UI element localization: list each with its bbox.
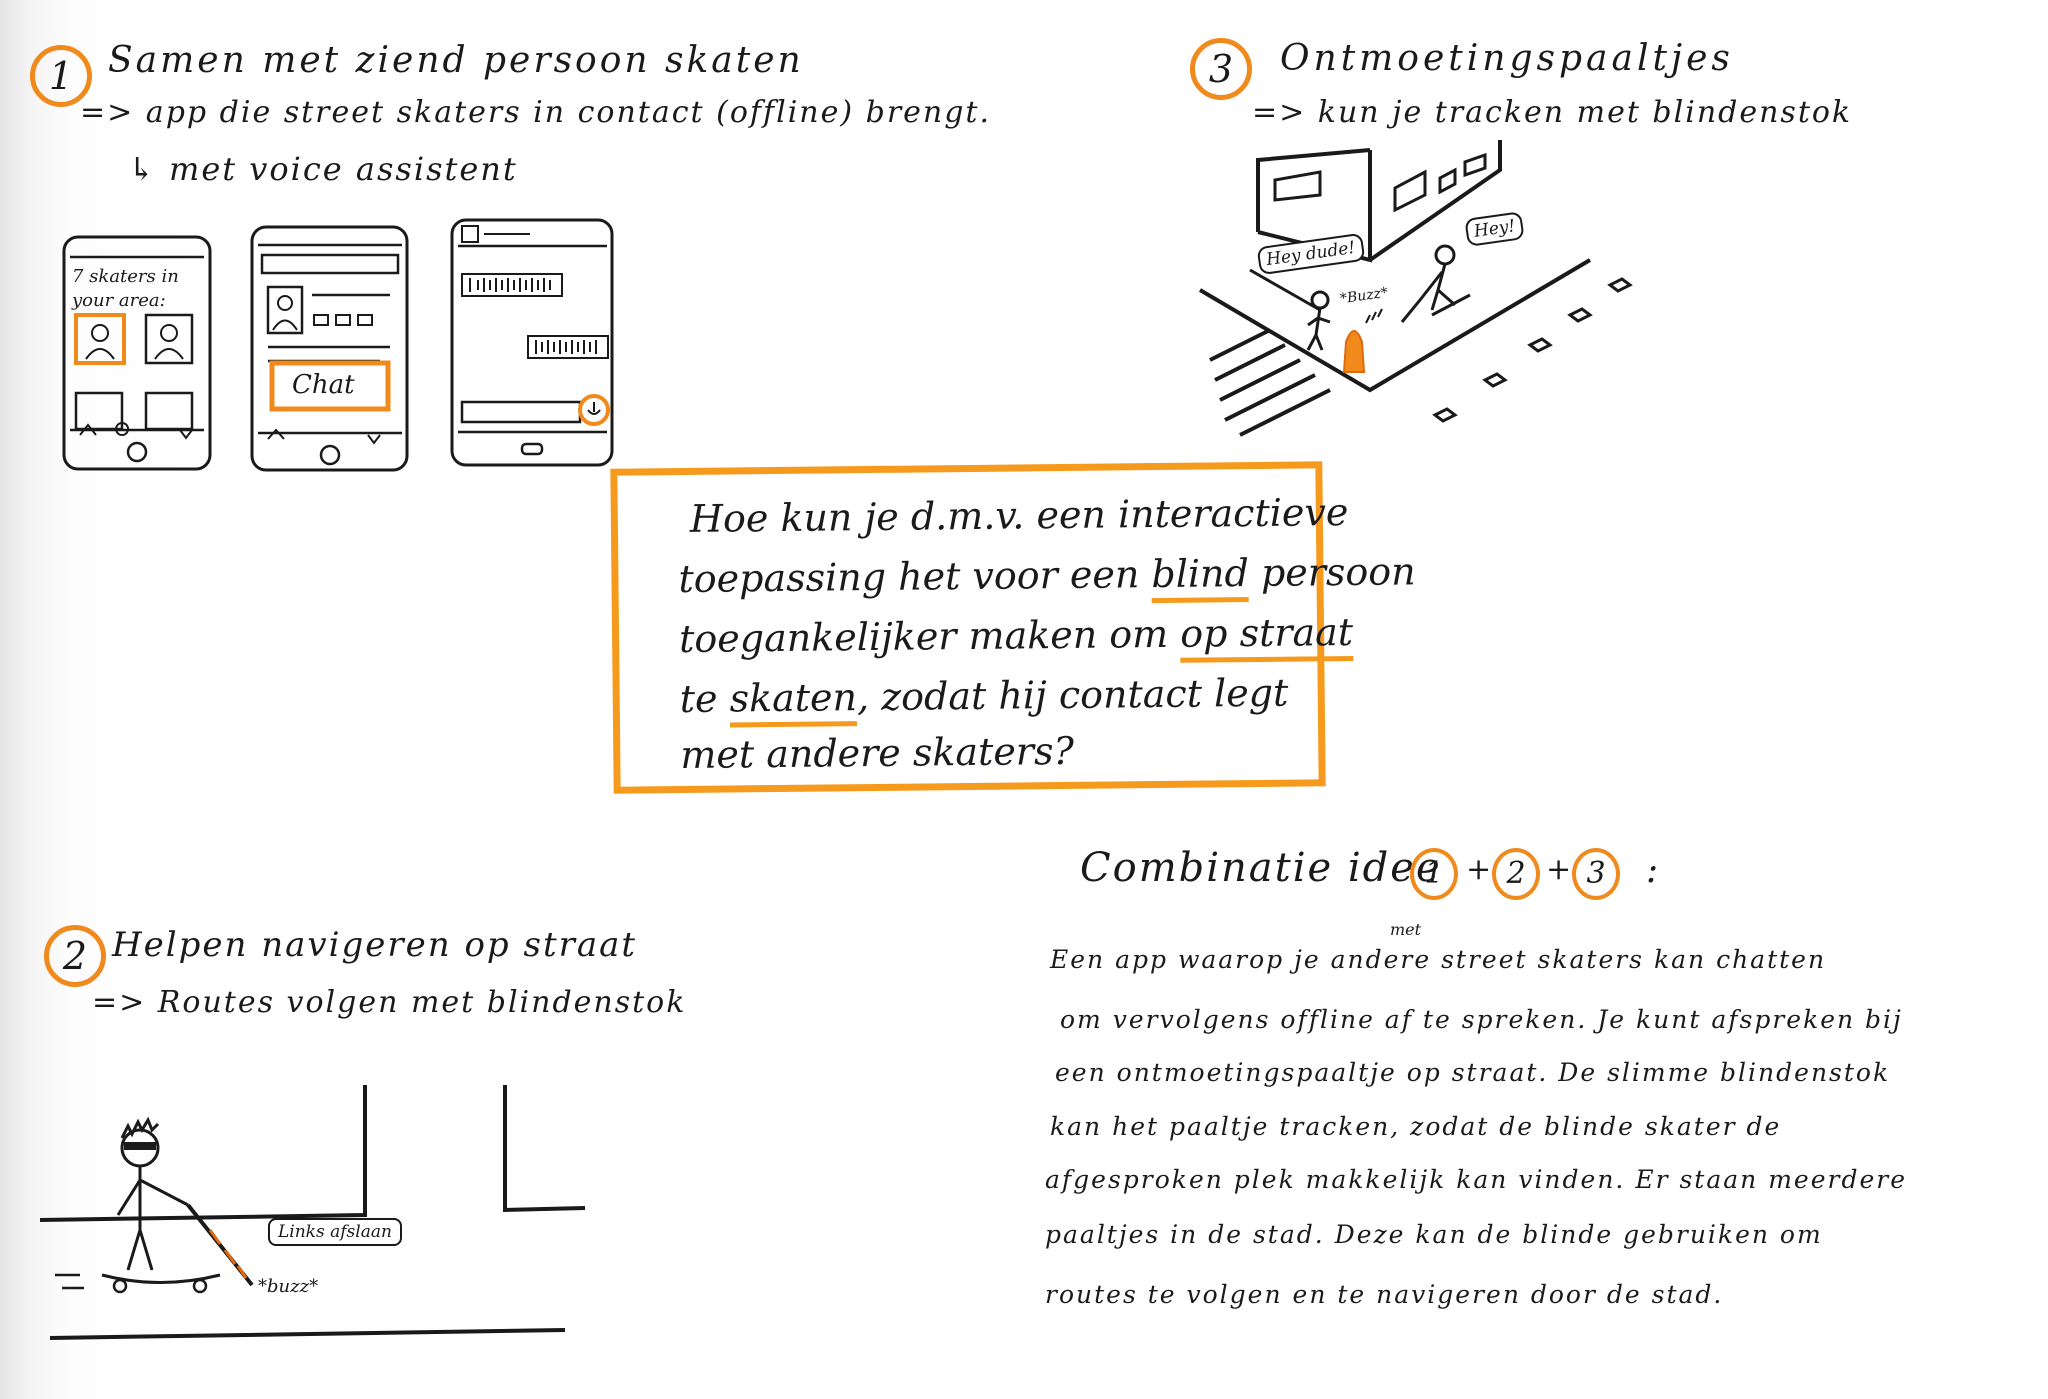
phone-1-text-line-2: your area:: [72, 290, 166, 311]
combination-text-line-7: routes te volgen en te navigeren door de…: [1045, 1280, 1724, 1309]
question-line-4: te skaten, zodat hij contact legt: [679, 670, 1289, 728]
question-line-2-end: persoon: [1248, 549, 1416, 596]
combination-badge-2: 2: [1492, 848, 1540, 900]
question-keyword-blind: blind: [1151, 551, 1250, 604]
combination-plus-1: +: [1466, 852, 1492, 887]
idea-1-title: Samen met ziend persoon skaten: [108, 40, 804, 81]
combination-badge-1: 1: [1410, 848, 1458, 900]
street-corner-meeting-post-sketch: [1198, 140, 1633, 437]
combination-text-line-6: paaltjes in de stad. Deze kan de blinde …: [1045, 1220, 1823, 1249]
question-line-3: toegankelijker maken om op straat: [678, 609, 1354, 663]
combination-insert-word: met: [1390, 920, 1422, 939]
question-line-5: met andere skaters?: [680, 728, 1075, 778]
question-line-1: Hoe kun je d.m.v. een interactieve: [689, 490, 1349, 541]
question-keyword-op-straat: op straat: [1180, 609, 1354, 663]
combination-title: Combinatie idee: [1080, 845, 1442, 891]
idea-2-number-badge: 2: [44, 925, 106, 987]
chat-button-label: Chat: [292, 370, 355, 400]
idea-1-description: => app die street skaters in contact (of…: [80, 95, 992, 130]
combination-colon: :: [1646, 850, 1659, 891]
combination-text-line-5: afgesproken plek makkelijk kan vinden. E…: [1045, 1165, 1907, 1194]
combination-plus-2: +: [1546, 852, 1572, 887]
phone-1-text-line-1: 7 skaters in: [72, 266, 179, 287]
idea-3-number-badge: 3: [1190, 38, 1252, 100]
idea-2-description: => Routes volgen met blindenstok: [92, 985, 687, 1020]
question-keyword-skaten: skaten: [729, 675, 858, 728]
idea-3-title: Ontmoetingspaaltjes: [1280, 38, 1734, 79]
phone-sketch-voice-chat: [450, 218, 614, 467]
combination-badge-3: 3: [1572, 848, 1620, 900]
research-question-box: Hoe kun je d.m.v. een interactieve toepa…: [610, 461, 1416, 794]
idea-3-description: => kun je tracken met blindenstok: [1252, 95, 1853, 130]
combination-text-line-3: een ontmoetingspaaltje op straat. De sli…: [1055, 1058, 1891, 1087]
question-line-4-end: , zodat hij contact legt: [856, 670, 1289, 720]
combination-text-line-4: kan het paaltje tracken, zodat de blinde…: [1050, 1112, 1782, 1141]
cane-buzz-label: *buzz*: [258, 1276, 319, 1297]
question-line-3-start: toegankelijker maken om: [678, 611, 1181, 662]
question-line-4-start: te: [679, 676, 730, 722]
navigation-bubble-turn-left: Links afslaan: [268, 1218, 402, 1246]
question-line-2-start: toepassing het voor een: [678, 552, 1152, 602]
idea-2-title: Helpen navigeren op straat: [112, 925, 638, 965]
question-line-2: toepassing het voor een blind persoon: [678, 549, 1416, 604]
combination-text-line-1: Een app waarop je andere street skaters …: [1050, 945, 1827, 974]
sketch-page: 1 Samen met ziend persoon skaten => app …: [0, 0, 2048, 1399]
idea-1-voice-assistant-note: ↳ met voice assistent: [128, 150, 518, 188]
phone-sketch-profile-chat: [250, 225, 409, 472]
combination-text-line-2: om vervolgens offline af te spreken. Je …: [1060, 1005, 1903, 1034]
